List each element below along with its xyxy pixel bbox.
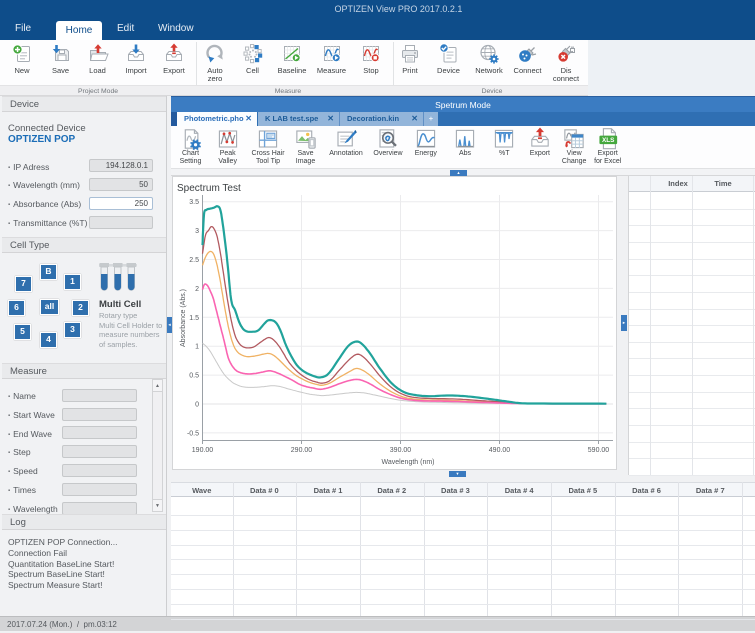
svg-text:0.5: 0.5 [189, 373, 199, 380]
svg-text:3.5: 3.5 [189, 199, 199, 206]
svg-text:0: 0 [195, 402, 199, 409]
svg-text:390.00: 390.00 [390, 447, 412, 454]
svg-text:2: 2 [195, 286, 199, 293]
svg-text:1.5: 1.5 [189, 315, 199, 322]
svg-text:Absorbance (Abs.): Absorbance (Abs.) [180, 289, 187, 347]
svg-text:-0.5: -0.5 [187, 430, 199, 437]
svg-text:490.00: 490.00 [489, 447, 511, 454]
svg-text:3: 3 [195, 228, 199, 235]
svg-text:XLS: XLS [602, 137, 615, 144]
svg-text:Wavelength (nm): Wavelength (nm) [381, 459, 434, 466]
svg-text:190.00: 190.00 [192, 447, 214, 454]
svg-text:290.00: 290.00 [291, 447, 313, 454]
svg-text:2.5: 2.5 [189, 257, 199, 264]
svg-text:1: 1 [195, 344, 199, 351]
svg-text:590.00: 590.00 [588, 447, 610, 454]
